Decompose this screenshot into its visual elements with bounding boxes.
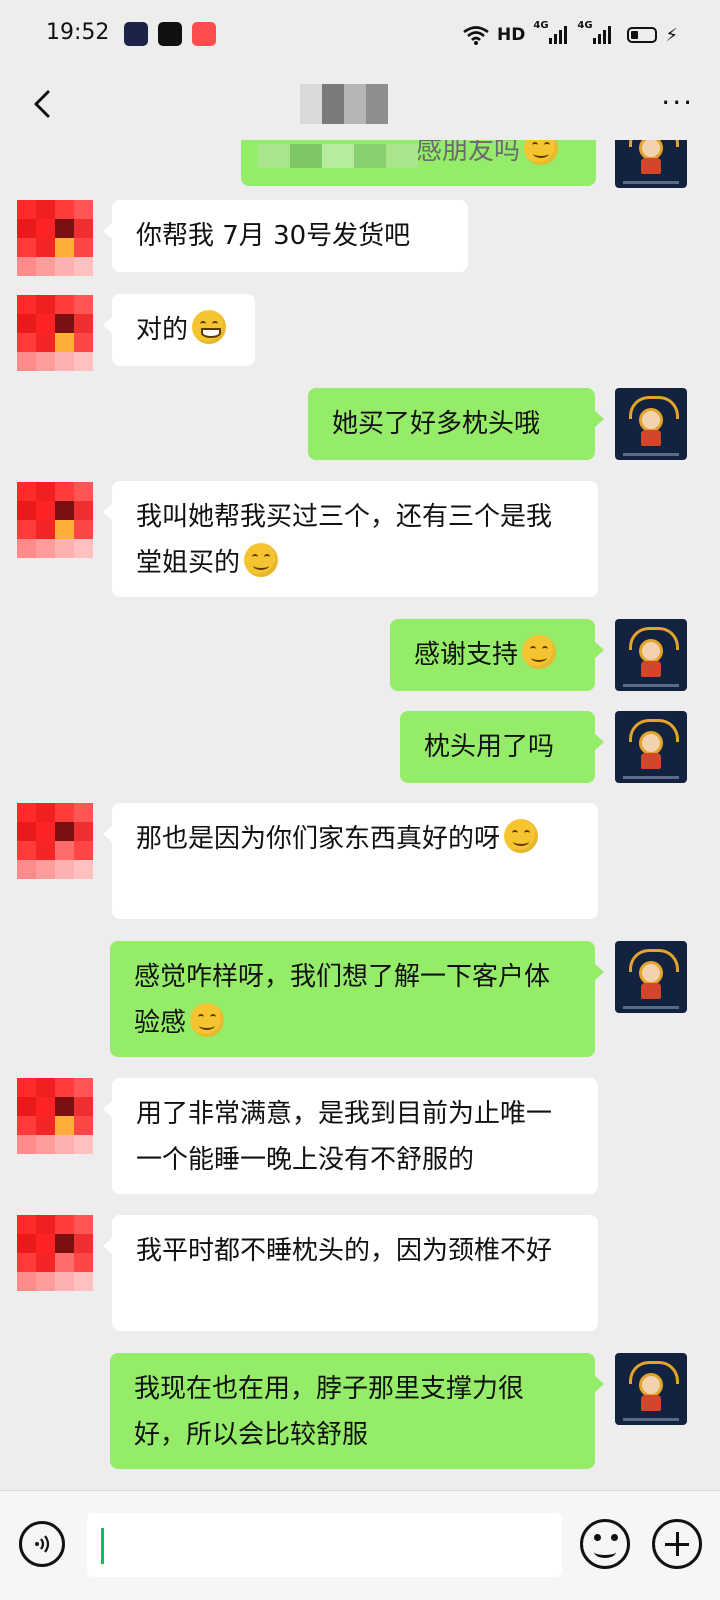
message-text: 你帮我 7月 30号发货吧 xyxy=(136,221,411,251)
message-bubble-incoming[interactable]: 用了非常满意，是我到目前为止唯一一个能睡一晚上没有不舒服的 xyxy=(103,1078,598,1194)
avatar-self[interactable] xyxy=(615,619,687,691)
message-text: 感谢支持 xyxy=(414,640,519,670)
hd-label: HD xyxy=(497,25,526,45)
message-list[interactable]: 感朋友吗 你帮我 7月 30号发货吧 对的 她买了好多枕头哦 我叫她帮我买过三个… xyxy=(0,140,720,1490)
message-bubble-outgoing[interactable]: 感谢支持 xyxy=(390,619,604,691)
status-indicators: HD 4G 4G ⚡ xyxy=(463,20,678,50)
sim2-label: 4G xyxy=(577,20,593,31)
plus-icon[interactable] xyxy=(652,1519,702,1569)
input-bar xyxy=(0,1490,720,1600)
avatar-self[interactable] xyxy=(615,941,687,1013)
wifi-icon xyxy=(463,26,489,45)
avatar-contact[interactable] xyxy=(17,1215,93,1291)
message-text: 对的 xyxy=(136,315,189,345)
app-icon-2 xyxy=(158,22,182,46)
avatar-contact[interactable] xyxy=(17,1078,93,1154)
status-time: 19:52 xyxy=(46,20,110,45)
message-text: 她买了好多枕头哦 xyxy=(332,409,541,439)
avatar-self[interactable] xyxy=(615,140,687,188)
thinking-emoji-icon xyxy=(524,140,559,165)
message-text: 我平时都不睡枕头的，因为颈椎不好 xyxy=(136,1236,553,1266)
avatar-contact[interactable] xyxy=(17,200,93,276)
app-icon-1 xyxy=(124,22,148,46)
message-text: 我现在也在用，脖子那里支撑力很好，所以会比较舒服 xyxy=(134,1374,525,1450)
avatar-contact[interactable] xyxy=(17,482,93,558)
voice-wave-icon xyxy=(35,1535,50,1553)
message-input[interactable] xyxy=(87,1513,562,1577)
thinking-emoji-icon xyxy=(190,1003,225,1037)
chat-title xyxy=(300,84,388,124)
battery-icon xyxy=(627,27,658,43)
smile-emoji-icon xyxy=(504,819,539,853)
message-text: 那也是因为你们家东西真好的呀 xyxy=(136,824,501,854)
signal-icon-sim2: 4G xyxy=(577,20,612,44)
avatar-contact[interactable] xyxy=(17,295,93,371)
message-bubble-outgoing[interactable]: 枕头用了吗 xyxy=(400,711,604,783)
message-text: 用了非常满意，是我到目前为止唯一一个能睡一晚上没有不舒服的 xyxy=(136,1099,553,1175)
message-text: 我叫她帮我买过三个，还有三个是我堂姐买的 xyxy=(136,502,553,578)
avatar-self[interactable] xyxy=(615,1353,687,1425)
blurred-text xyxy=(258,144,418,168)
back-icon[interactable] xyxy=(24,84,64,124)
avatar-contact[interactable] xyxy=(17,803,93,879)
message-bubble-incoming[interactable]: 你帮我 7月 30号发货吧 xyxy=(103,200,468,272)
voice-icon[interactable] xyxy=(19,1521,65,1567)
message-bubble-outgoing[interactable]: 感觉咋样呀，我们想了解一下客户体验感 xyxy=(110,941,604,1057)
message-bubble-incoming[interactable]: 我平时都不睡枕头的，因为颈椎不好 xyxy=(103,1215,598,1331)
thinking-emoji-icon xyxy=(244,543,279,577)
grin-emoji-icon xyxy=(192,310,227,344)
text-cursor xyxy=(101,1528,104,1564)
avatar-self[interactable] xyxy=(615,711,687,783)
charging-icon: ⚡ xyxy=(665,24,678,46)
message-bubble-incoming[interactable]: 我叫她帮我买过三个，还有三个是我堂姐买的 xyxy=(103,481,598,597)
message-bubble-outgoing[interactable]: 她买了好多枕头哦 xyxy=(308,388,604,460)
more-button[interactable]: ··· xyxy=(661,86,694,119)
app-icon-3 xyxy=(192,22,216,46)
message-text: 感朋友吗 xyxy=(416,140,521,166)
chat-header: ··· xyxy=(0,70,720,140)
avatar-self[interactable] xyxy=(615,388,687,460)
emoji-icon[interactable] xyxy=(580,1519,630,1569)
status-bar: 19:52 HD 4G 4G ⚡ xyxy=(0,0,720,70)
message-bubble-incoming[interactable]: 对的 xyxy=(103,294,255,366)
message-bubble-outgoing[interactable]: 我现在也在用，脖子那里支撑力很好，所以会比较舒服 xyxy=(110,1353,604,1469)
message-text: 枕头用了吗 xyxy=(424,732,555,762)
sim1-label: 4G xyxy=(533,20,549,31)
signal-icon-sim1: 4G xyxy=(533,20,568,44)
message-bubble-incoming[interactable]: 那也是因为你们家东西真好的呀 xyxy=(103,803,598,919)
smile-emoji-icon xyxy=(522,635,557,669)
